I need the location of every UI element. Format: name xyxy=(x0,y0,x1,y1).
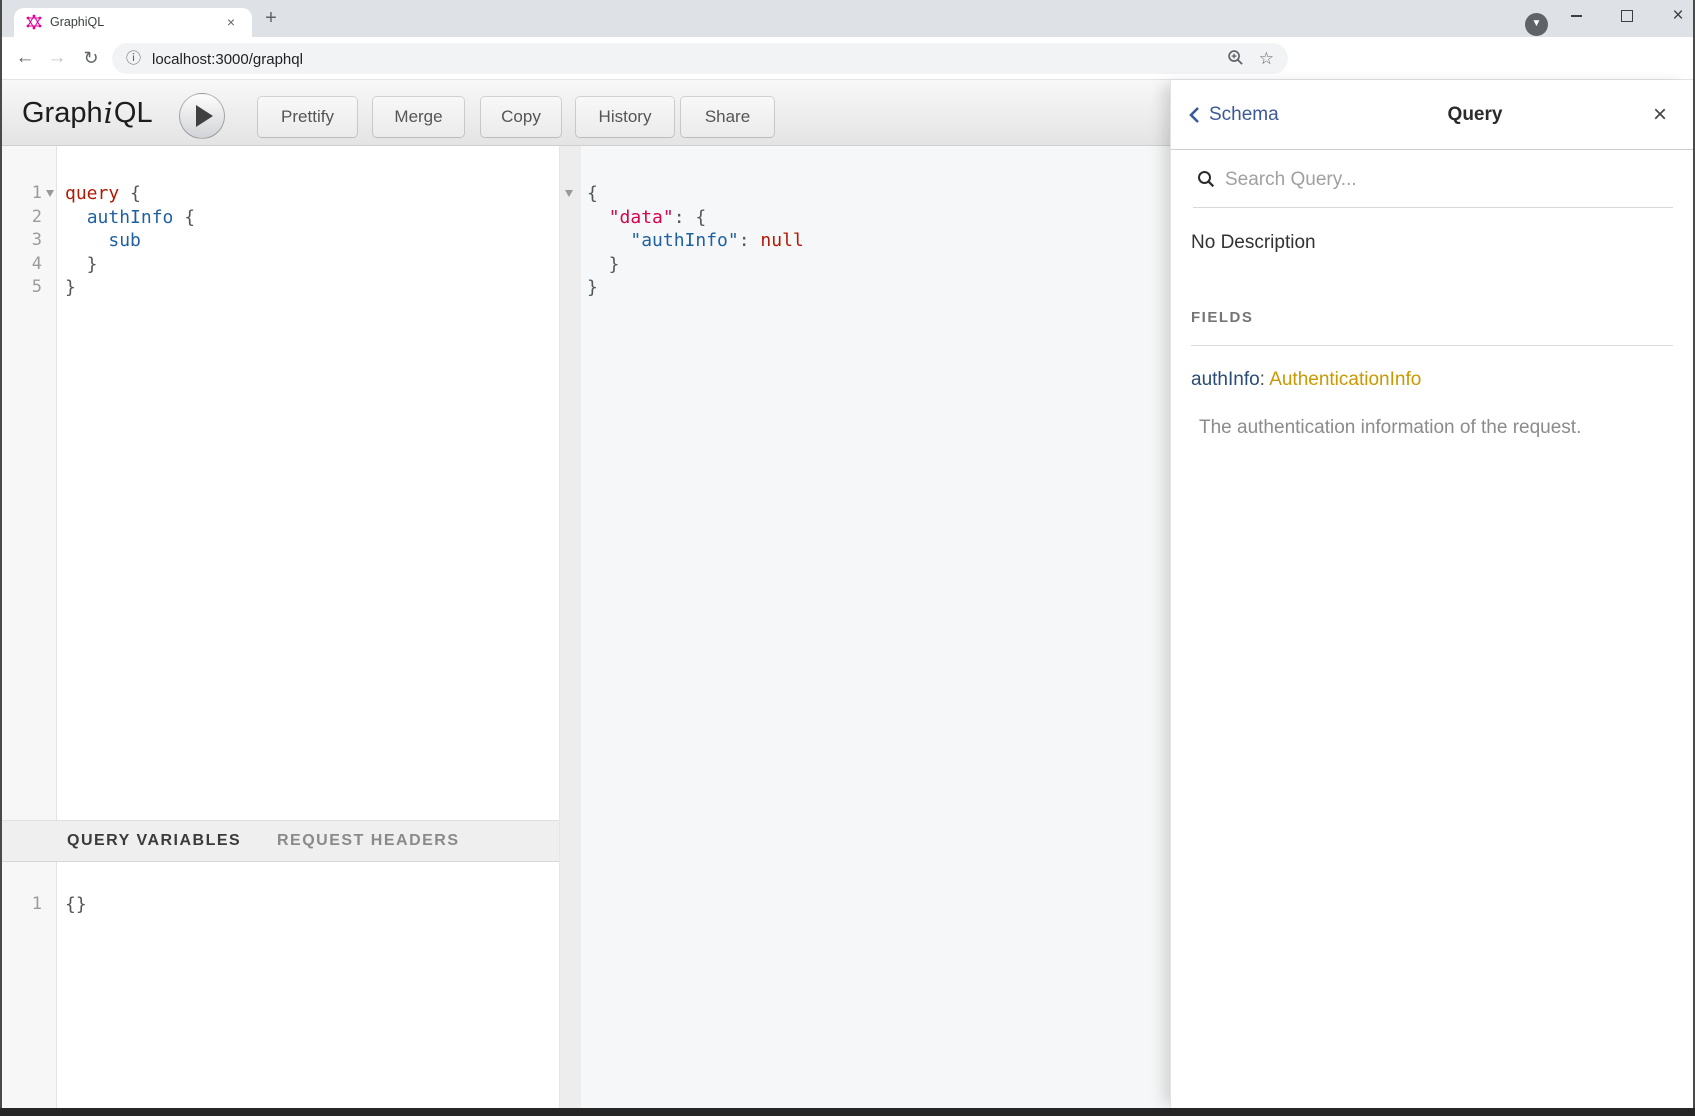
result-line: } xyxy=(587,253,620,277)
line-number: 5 xyxy=(2,276,42,300)
share-button[interactable]: Share xyxy=(681,97,774,137)
code-line: sub xyxy=(65,229,141,253)
tab-strip: GraphiQL × + ▼ × xyxy=(0,0,1695,37)
type-name-link[interactable]: AuthenticationInfo xyxy=(1269,369,1421,390)
search-icon xyxy=(1197,170,1215,188)
query-editor[interactable]: 1 2 3 4 5 query { authInfo { sub } } xyxy=(2,146,559,820)
minimize-icon xyxy=(1571,15,1582,17)
window-border-left xyxy=(0,0,2,1116)
result-line: } xyxy=(587,276,598,300)
fold-arrow-icon[interactable] xyxy=(46,190,54,197)
variables-title-bar[interactable]: QUERY VARIABLES REQUEST HEADERS xyxy=(2,820,559,862)
line-number: 4 xyxy=(2,253,42,277)
result-line: "authInfo": null xyxy=(587,229,804,253)
fields-separator xyxy=(1191,345,1673,346)
graphiql-toolbar: GraphiQL Prettify Merge Copy History Sha… xyxy=(0,80,1170,146)
window-minimize-button[interactable] xyxy=(1553,0,1599,32)
browser-window: GraphiQL × + ▼ × ← → ↻ ⓘ ☆ UO xyxy=(0,0,1695,1116)
result-fold-gutter xyxy=(559,146,581,1108)
graphql-favicon-icon xyxy=(26,14,42,30)
tab-request-headers[interactable]: REQUEST HEADERS xyxy=(277,821,460,861)
browser-toolbar: ← → ↻ ⓘ ☆ UO P xyxy=(0,37,1695,80)
variables-editor[interactable]: 1 {} xyxy=(2,862,559,1108)
bookmark-star-icon[interactable]: ☆ xyxy=(1259,43,1274,74)
tab-title: GraphiQL xyxy=(50,8,104,37)
history-button[interactable]: History xyxy=(576,97,674,137)
url-input[interactable] xyxy=(150,47,854,72)
no-description-text: No Description xyxy=(1191,228,1316,258)
variables-editor-gutter: 1 xyxy=(2,862,57,1108)
new-tab-button[interactable]: + xyxy=(258,6,284,32)
prettify-button[interactable]: Prettify xyxy=(258,97,357,137)
line-number: 1 xyxy=(2,893,42,917)
copy-button[interactable]: Copy xyxy=(481,97,561,137)
field-description: The authentication information of the re… xyxy=(1199,414,1581,442)
window-close-button[interactable]: × xyxy=(1655,0,1695,32)
window-maximize-button[interactable] xyxy=(1604,0,1650,32)
tab-query-variables[interactable]: QUERY VARIABLES xyxy=(67,821,241,861)
forward-button[interactable]: → xyxy=(42,43,72,73)
page-zoom-icon[interactable] xyxy=(1227,49,1244,66)
line-number: 1 xyxy=(2,182,42,206)
tab-graphiql[interactable]: GraphiQL × xyxy=(14,8,252,37)
doc-explorer-panel: Schema Query × No Description FIELDS aut… xyxy=(1170,80,1693,1108)
fold-arrow-icon[interactable] xyxy=(565,190,573,197)
doc-title: Query xyxy=(1448,80,1503,150)
field-name-link[interactable]: authInfo xyxy=(1191,369,1260,390)
code-line: authInfo { xyxy=(65,206,195,230)
tab-close-icon[interactable]: × xyxy=(222,14,240,32)
code-line: } xyxy=(65,253,98,277)
execute-query-button[interactable] xyxy=(179,93,225,139)
site-info-icon[interactable]: ⓘ xyxy=(126,43,141,74)
code-line: } xyxy=(65,276,76,300)
maximize-icon xyxy=(1621,10,1633,22)
variables-line: {} xyxy=(65,893,87,917)
result-viewer: { "data": { "authInfo": null } } xyxy=(581,146,1170,1108)
doc-field-row: authInfo: AuthenticationInfo xyxy=(1191,366,1421,394)
reload-button[interactable]: ↻ xyxy=(76,43,106,73)
line-number: 3 xyxy=(2,229,42,253)
merge-button[interactable]: Merge xyxy=(373,97,464,137)
graphiql-logo: GraphiQL xyxy=(22,80,153,146)
play-icon xyxy=(196,105,213,127)
result-line: "data": { xyxy=(587,206,706,230)
line-number: 2 xyxy=(2,206,42,230)
doc-back-label: Schema xyxy=(1209,104,1279,126)
doc-back-link[interactable]: Schema xyxy=(1189,80,1279,150)
doc-explorer-header: Schema Query × xyxy=(1171,80,1693,150)
address-bar[interactable]: ⓘ ☆ xyxy=(112,43,1288,74)
result-line: { xyxy=(587,182,598,206)
back-button[interactable]: ← xyxy=(10,43,40,73)
chevron-left-icon xyxy=(1189,106,1200,124)
window-border-bottom xyxy=(0,1108,1695,1116)
code-line: query { xyxy=(65,182,141,206)
doc-search-input[interactable] xyxy=(1223,165,1607,195)
fields-header: FIELDS xyxy=(1191,310,1253,326)
chrome-update-indicator-icon[interactable]: ▼ xyxy=(1525,13,1548,36)
query-editor-gutter: 1 2 3 4 5 xyxy=(2,146,57,820)
doc-close-button[interactable]: × xyxy=(1645,100,1675,130)
doc-search-box[interactable] xyxy=(1193,150,1673,208)
